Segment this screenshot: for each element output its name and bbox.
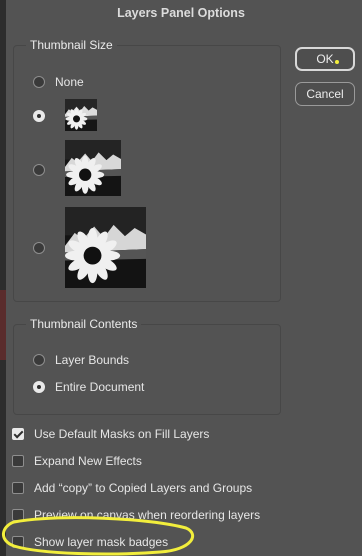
thumbnail-preview-small xyxy=(65,99,97,131)
thumbnail-preview-medium xyxy=(65,140,121,196)
radio-label-none: None xyxy=(55,75,84,89)
radio-thumbnail-medium[interactable] xyxy=(33,164,45,176)
checkbox-label: Expand New Effects xyxy=(34,454,142,468)
cursor-marker xyxy=(335,60,339,64)
checkbox-label: Use Default Masks on Fill Layers xyxy=(34,427,210,441)
sunflower-image-icon xyxy=(65,140,121,196)
radio-thumbnail-small[interactable] xyxy=(33,110,45,122)
thumbnail-preview-large xyxy=(65,207,146,288)
window-edge xyxy=(0,0,6,556)
window-edge-accent xyxy=(0,290,6,360)
thumbnail-size-legend: Thumbnail Size xyxy=(30,38,113,52)
radio-label-layer-bounds: Layer Bounds xyxy=(55,353,130,367)
sunflower-image-icon xyxy=(65,207,146,288)
checkbox-mask-badges[interactable]: Show layer mask badges xyxy=(12,535,168,549)
radio-button[interactable] xyxy=(33,381,45,393)
radio-label-entire-document: Entire Document xyxy=(55,380,145,394)
radio-button[interactable] xyxy=(33,110,45,122)
checkbox-expand-effects[interactable]: Expand New Effects xyxy=(12,454,142,468)
checkbox-control[interactable] xyxy=(12,509,24,521)
radio-button[interactable] xyxy=(33,354,45,366)
radio-entire-document[interactable]: Entire Document xyxy=(33,380,144,394)
checkbox-control[interactable] xyxy=(12,482,24,494)
checkbox-preview-reorder[interactable]: Preview on canvas when reordering layers xyxy=(12,508,260,522)
checkbox-default-masks[interactable]: Use Default Masks on Fill Layers xyxy=(12,427,209,441)
checkbox-label: Show layer mask badges xyxy=(34,535,169,549)
radio-button[interactable] xyxy=(33,76,45,88)
cancel-button[interactable]: Cancel xyxy=(295,82,355,106)
radio-button[interactable] xyxy=(33,164,45,176)
checkbox-label: Add “copy” to Copied Layers and Groups xyxy=(34,481,253,495)
radio-thumbnail-none[interactable]: None xyxy=(33,75,84,89)
thumbnail-contents-legend: Thumbnail Contents xyxy=(30,317,138,331)
checkbox-label: Preview on canvas when reordering layers xyxy=(34,508,261,522)
radio-layer-bounds[interactable]: Layer Bounds xyxy=(33,353,129,367)
sunflower-image-icon xyxy=(65,99,97,131)
checkbox-add-copy[interactable]: Add “copy” to Copied Layers and Groups xyxy=(12,481,252,495)
checkbox-control[interactable] xyxy=(12,428,24,440)
checkbox-control[interactable] xyxy=(12,536,24,548)
radio-thumbnail-large[interactable] xyxy=(33,242,45,254)
ok-button[interactable]: OK xyxy=(295,47,355,71)
dialog-title: Layers Panel Options xyxy=(117,6,245,20)
radio-button[interactable] xyxy=(33,242,45,254)
checkbox-control[interactable] xyxy=(12,455,24,467)
